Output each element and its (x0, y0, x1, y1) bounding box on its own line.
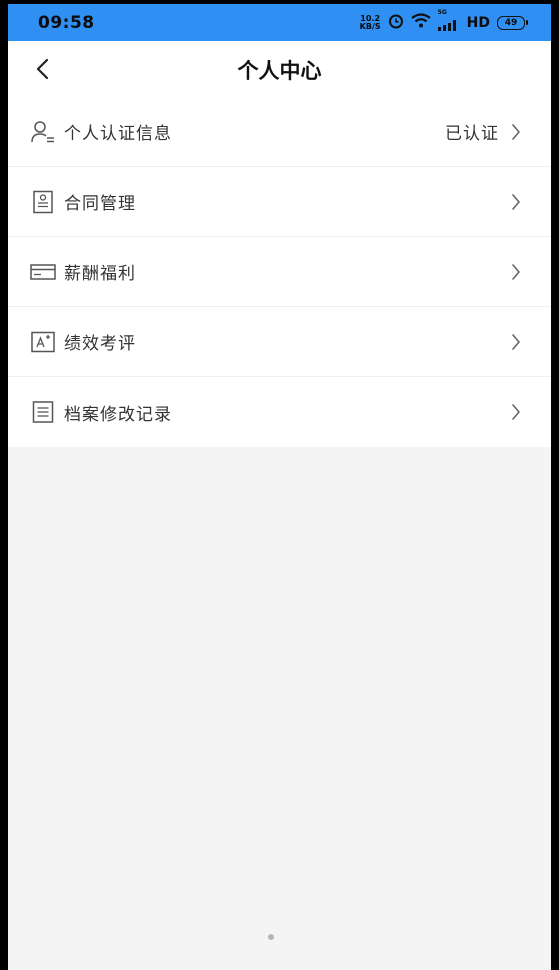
menu-item-contract[interactable]: 合同管理 (8, 167, 551, 237)
cellular-signal: 5G (437, 10, 460, 35)
nav-bar: 个人中心 (8, 41, 551, 97)
status-icons: 10.2 KB/S 5G HD 49 (359, 10, 528, 35)
net-speed-unit: KB/S (359, 21, 381, 31)
wifi-icon (410, 13, 431, 32)
menu-item-salary[interactable]: 薪酬福利 (8, 237, 551, 307)
person-id-icon (30, 119, 56, 145)
chevron-right-icon (509, 332, 523, 352)
menu-item-label: 个人认证信息 (64, 124, 172, 144)
menu-item-identity[interactable]: 个人认证信息 已认证 (8, 97, 551, 167)
grade-a-plus-icon (30, 329, 56, 355)
app-screen: 09:58 10.2 KB/S 5G HD 49 个人中心 个人认证信息 已认证… (8, 4, 551, 970)
status-time: 09:58 (38, 12, 95, 33)
status-bar: 09:58 10.2 KB/S 5G HD 49 (8, 4, 551, 41)
menu-item-records[interactable]: 档案修改记录 (8, 377, 551, 447)
hd-label: HD (466, 14, 490, 31)
net-speed: 10.2 KB/S (359, 14, 381, 31)
home-indicator (268, 934, 274, 940)
menu-item-label: 档案修改记录 (64, 404, 172, 425)
chevron-right-icon (509, 192, 523, 212)
contract-icon (30, 189, 56, 215)
card-icon (30, 259, 56, 285)
menu-item-label: 绩效考评 (64, 334, 136, 354)
signal-bars-icon (437, 16, 460, 35)
battery-icon: 49 (497, 15, 528, 30)
menu-item-performance[interactable]: 绩效考评 (8, 307, 551, 377)
chevron-right-icon (509, 402, 523, 422)
record-list-icon (30, 399, 56, 425)
alarm-icon (388, 13, 404, 33)
menu-item-label: 合同管理 (64, 194, 136, 214)
page-title: 个人中心 (237, 59, 322, 83)
chevron-right-icon (509, 262, 523, 282)
chevron-right-icon (509, 122, 523, 142)
menu-list: 个人认证信息 已认证 合同管理 薪酬福利 绩效考评 档案修改记录 (8, 97, 551, 447)
verification-status: 已认证 (445, 124, 499, 144)
menu-item-label: 薪酬福利 (64, 264, 136, 284)
